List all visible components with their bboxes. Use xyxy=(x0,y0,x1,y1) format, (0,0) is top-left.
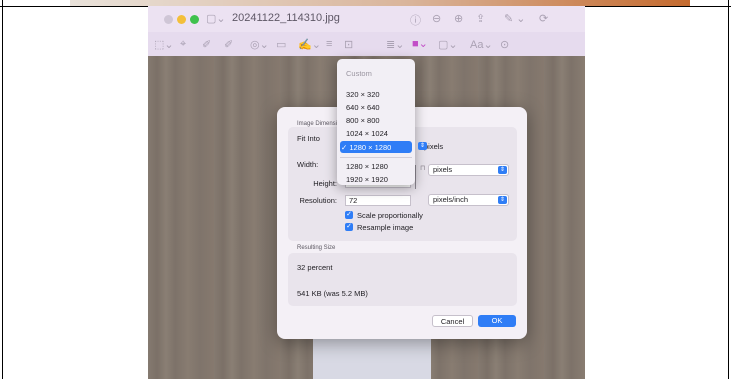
result-size: 541 KB (was 5.2 MB) xyxy=(297,289,368,298)
menu-item-custom[interactable]: Custom xyxy=(346,69,372,78)
text-style-icon[interactable]: Aa⌄ xyxy=(470,38,493,51)
selection-tool-icon[interactable]: ⬚⌄ xyxy=(154,38,174,51)
result-box xyxy=(288,253,517,306)
width-label: Width: xyxy=(297,160,319,169)
result-percent: 32 percent xyxy=(297,263,333,272)
zoom-window-button[interactable] xyxy=(190,15,199,24)
menu-item-1920[interactable]: 1920 × 1920 xyxy=(346,175,388,184)
close-window-button[interactable] xyxy=(164,15,173,24)
width-units-value: pixels xyxy=(433,165,453,174)
resolution-label: Resolution: xyxy=(299,196,337,205)
minimize-window-button[interactable] xyxy=(177,15,186,24)
chevron-updown-icon: ⇕ xyxy=(498,196,507,204)
cancel-button[interactable]: Cancel xyxy=(432,315,473,327)
chevron-updown-icon: ⇕ xyxy=(498,166,507,174)
adjust-color-icon[interactable]: ≡ xyxy=(326,38,332,50)
fit-into-label: Fit Into xyxy=(297,134,320,143)
shape-style-icon[interactable]: ≣⌄ xyxy=(386,38,404,51)
table-left-border xyxy=(2,0,3,379)
resolution-field[interactable]: 72 xyxy=(345,195,411,206)
info-icon[interactable]: ⓘ xyxy=(410,12,421,28)
rotate-icon[interactable]: ⟳ xyxy=(539,12,548,25)
markup-icon[interactable]: ✎ ⌄ xyxy=(504,12,526,25)
adjust-size-icon[interactable]: ⊡ xyxy=(344,38,353,51)
scale-proportionally-checkbox[interactable]: ✓ xyxy=(345,211,353,219)
fit-into-select-stepper[interactable]: ⇕ xyxy=(415,142,427,154)
scale-proportionally-label: Scale proportionally xyxy=(357,211,423,220)
border-color-icon[interactable]: ■⌄ xyxy=(412,37,428,50)
menu-item-640[interactable]: 640 × 640 xyxy=(346,103,380,112)
lock-bracket xyxy=(415,165,416,189)
menu-item-800[interactable]: 800 × 800 xyxy=(346,116,380,125)
chevron-updown-icon: ⇕ xyxy=(418,142,427,150)
menu-item-1280-selected[interactable]: ✓ 1280 × 1280 xyxy=(341,143,391,152)
zoom-in-icon[interactable]: ⊕ xyxy=(454,12,463,25)
width-units-select[interactable]: pixels ⇕ xyxy=(428,164,509,176)
text-box-icon[interactable]: ▭ xyxy=(276,38,286,51)
sidebar-icon[interactable]: ▢⌄ xyxy=(206,12,226,25)
resolution-units-value: pixels/inch xyxy=(433,195,469,204)
preview-screenshot: ▢⌄ 20241122_114310.jpg ⓘ ⊖ ⊕ ⇪ ✎ ⌄ ⟳ ⬚⌄ … xyxy=(148,6,585,379)
fill-color-icon[interactable]: ▢⌄ xyxy=(438,38,458,51)
title-bar: ▢⌄ 20241122_114310.jpg ⓘ ⊖ ⊕ ⇪ ✎ ⌄ ⟳ xyxy=(148,6,585,32)
lock-icon[interactable]: ⊓ xyxy=(420,164,425,172)
result-section-title: Resulting Size xyxy=(297,245,336,251)
draw-icon[interactable]: ✐ xyxy=(224,38,233,51)
height-label: Height: xyxy=(313,179,337,188)
fit-into-dropdown-menu: Custom 320 × 320 640 × 640 800 × 800 102… xyxy=(337,59,415,185)
annotate-icon[interactable]: ⊙ xyxy=(500,38,509,51)
table-right-border xyxy=(728,0,729,379)
ok-button[interactable]: OK xyxy=(478,315,516,327)
menu-item-320[interactable]: 320 × 320 xyxy=(346,90,380,99)
resample-image-checkbox[interactable]: ✓ xyxy=(345,223,353,231)
window-title: 20241122_114310.jpg xyxy=(232,12,340,24)
resample-image-label: Resample image xyxy=(357,223,414,232)
sign-icon[interactable]: ✍⌄ xyxy=(298,38,321,51)
zoom-out-icon[interactable]: ⊖ xyxy=(432,12,441,25)
share-icon[interactable]: ⇪ xyxy=(476,12,485,25)
menu-item-1024[interactable]: 1024 × 1024 xyxy=(346,129,388,138)
resolution-units-select[interactable]: pixels/inch ⇕ xyxy=(428,194,509,206)
document-frame: ▢⌄ 20241122_114310.jpg ⓘ ⊖ ⊕ ⇪ ✎ ⌄ ⟳ ⬚⌄ … xyxy=(0,0,731,379)
shapes-icon[interactable]: ◎⌄ xyxy=(250,38,269,51)
menu-item-1280[interactable]: 1280 × 1280 xyxy=(346,162,388,171)
instant-alpha-icon[interactable]: ⌖ xyxy=(180,38,186,51)
sketch-icon[interactable]: ✐ xyxy=(202,38,211,51)
menu-separator xyxy=(340,157,412,158)
markup-toolbar: ⬚⌄ ⌖ ✐ ✐ ◎⌄ ▭ ✍⌄ ≡ ⊡ ≣⌄ ■⌄ ▢⌄ Aa⌄ ⊙ xyxy=(148,32,585,57)
